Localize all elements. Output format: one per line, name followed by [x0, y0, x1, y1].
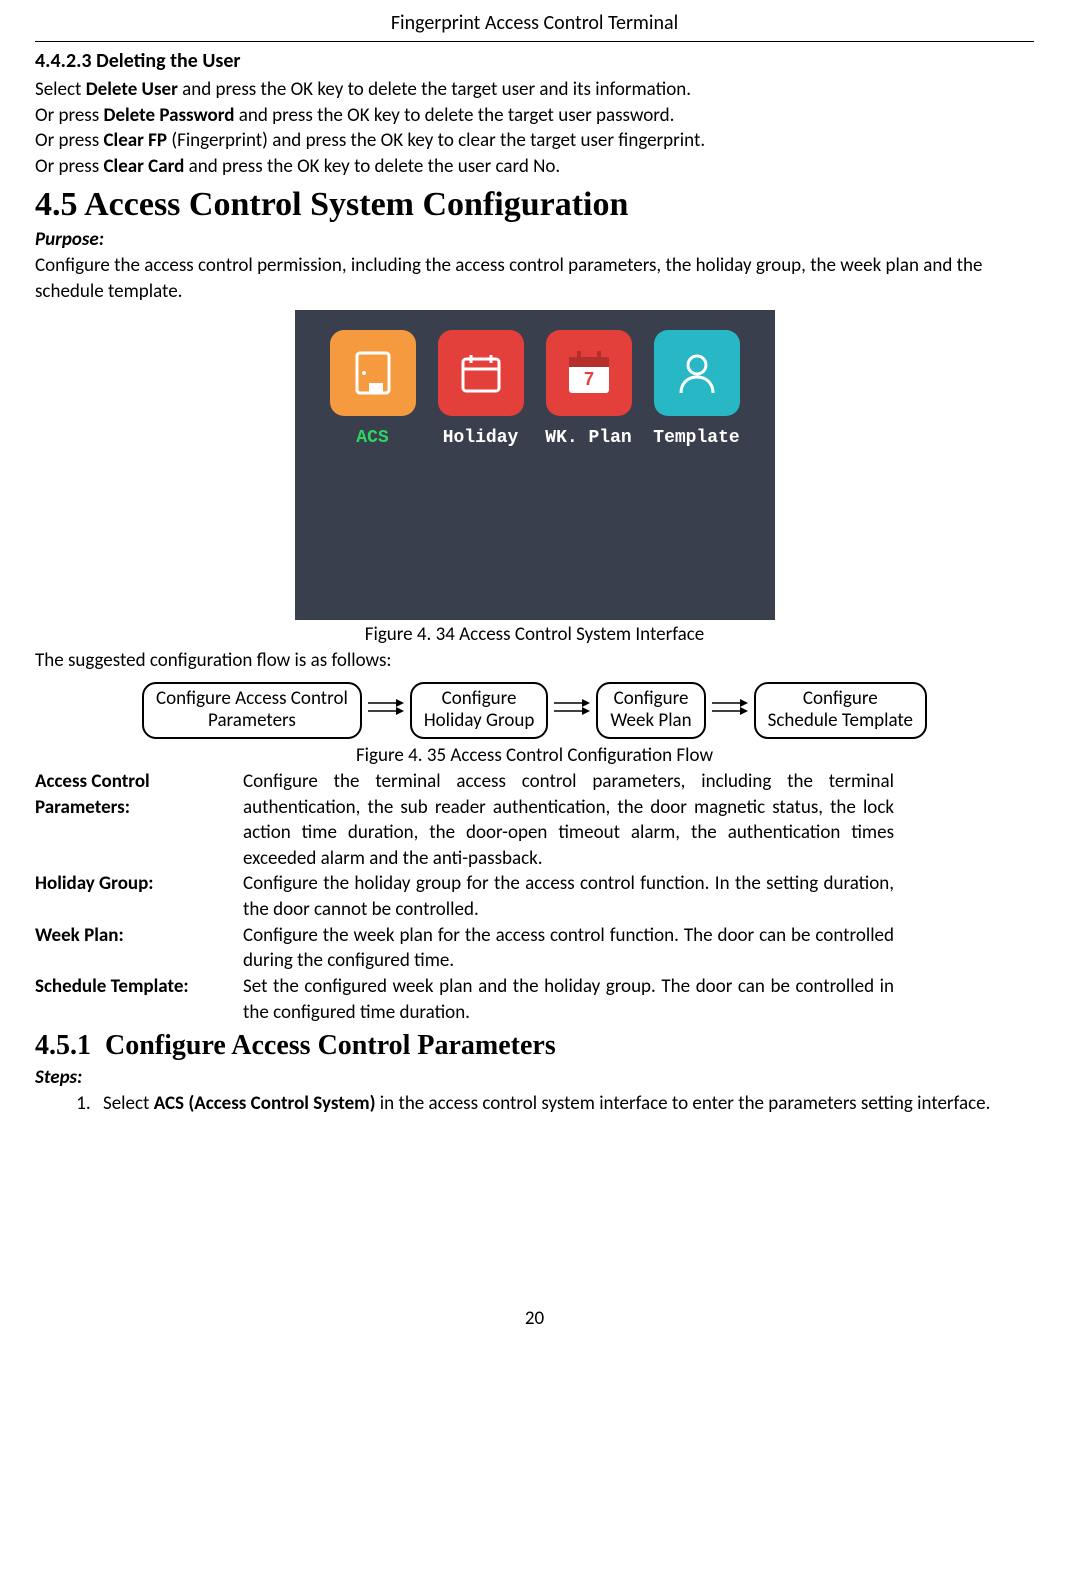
- heading-4-5: 4.5 Access Control System Configuration: [35, 182, 1034, 228]
- def-term: Week Plan:: [35, 923, 235, 974]
- purpose-text: Configure the access control permission,…: [35, 253, 1034, 304]
- template-icon: [654, 330, 740, 416]
- heading-4-4-2-3: 4.4.2.3 Deleting the User: [35, 48, 1034, 75]
- def-term: Access Control Parameters:: [35, 769, 235, 872]
- acs-interface-screenshot: ACS Holiday 7 WK. Plan Template: [295, 310, 775, 620]
- step-1: Select ACS (Access Control System) in th…: [95, 1091, 1034, 1117]
- tile-label: Holiday: [431, 426, 531, 450]
- purpose-label: Purpose:: [35, 227, 1034, 253]
- tile-label: Template: [647, 426, 747, 450]
- arrow-icon: [364, 695, 408, 727]
- flow-step-1: Configure Access Control Parameters: [142, 682, 362, 740]
- section-number: 4.4.2.3: [35, 49, 92, 73]
- heading-4-5-1: 4.5.1 Configure Access Control Parameter…: [35, 1027, 1034, 1065]
- steps-label: Steps:: [35, 1065, 1034, 1091]
- flow-diagram: Configure Access Control Parameters Conf…: [35, 682, 1034, 740]
- tile-label: ACS: [323, 426, 423, 450]
- page-header: Fingerprint Access Control Terminal: [35, 10, 1034, 42]
- figure-caption-1: Figure 4. 34 Access Control System Inter…: [35, 622, 1034, 648]
- acs-icon: [330, 330, 416, 416]
- paragraph: Or press Delete Password and press the O…: [35, 103, 1034, 129]
- flow-step-2: Configure Holiday Group: [410, 682, 549, 740]
- steps-list: Select ACS (Access Control System) in th…: [35, 1091, 1034, 1117]
- flow-intro: The suggested configuration flow is as f…: [35, 648, 1034, 674]
- def-desc: Configure the terminal access control pa…: [243, 769, 894, 872]
- flow-step-3: Configure Week Plan: [596, 682, 705, 740]
- page-number: 20: [35, 1306, 1034, 1332]
- flow-step-4: Configure Schedule Template: [754, 682, 927, 740]
- paragraph: Or press Clear FP (Fingerprint) and pres…: [35, 128, 1034, 154]
- paragraph: Select Delete User and press the OK key …: [35, 77, 1034, 103]
- definition-list: Access Control Parameters: Configure the…: [35, 769, 894, 1025]
- def-desc: Configure the holiday group for the acce…: [243, 871, 894, 922]
- holiday-icon: [438, 330, 524, 416]
- def-term: Holiday Group:: [35, 871, 235, 922]
- figure-caption-2: Figure 4. 35 Access Control Configuratio…: [35, 743, 1034, 769]
- tile-label: WK. Plan: [539, 426, 639, 450]
- tile-holiday[interactable]: Holiday: [431, 330, 531, 450]
- tile-template[interactable]: Template: [647, 330, 747, 450]
- wkplan-icon: 7: [546, 330, 632, 416]
- section-title: Deleting the User: [96, 49, 240, 73]
- section-number: 4.5: [35, 186, 78, 223]
- arrow-icon: [550, 695, 594, 727]
- def-desc: Set the configured week plan and the hol…: [243, 974, 894, 1025]
- tile-wkplan[interactable]: 7 WK. Plan: [539, 330, 639, 450]
- arrow-icon: [708, 695, 752, 727]
- def-desc: Configure the week plan for the access c…: [243, 923, 894, 974]
- section-number: 4.5.1: [35, 1030, 91, 1061]
- def-term: Schedule Template:: [35, 974, 235, 1025]
- section-title: Access Control System Configuration: [84, 186, 628, 223]
- tile-acs[interactable]: ACS: [323, 330, 423, 450]
- section-title: Configure Access Control Parameters: [105, 1030, 556, 1061]
- svg-text:7: 7: [583, 369, 593, 389]
- paragraph: Or press Clear Card and press the OK key…: [35, 154, 1034, 180]
